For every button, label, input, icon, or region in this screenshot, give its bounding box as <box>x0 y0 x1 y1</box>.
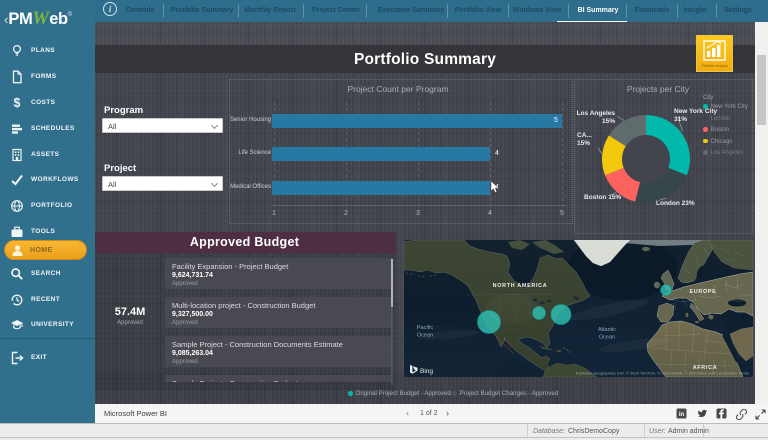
svg-text:EUROPE: EUROPE <box>690 289 717 295</box>
svg-text:PMWeb Insights: PMWeb Insights <box>701 64 727 68</box>
svg-text:NORTH AMERICA: NORTH AMERICA <box>493 283 548 289</box>
svg-text:Pacific: Pacific <box>417 325 433 331</box>
svg-text:Bing: Bing <box>420 368 433 375</box>
svg-text:Earthstar Geographics SIO, © 2: Earthstar Geographics SIO, © 2020 TomTom… <box>576 371 749 376</box>
svg-text:Atlantic: Atlantic <box>598 327 616 333</box>
svg-text:in: in <box>679 412 685 418</box>
svg-text:Ocean: Ocean <box>599 335 615 341</box>
